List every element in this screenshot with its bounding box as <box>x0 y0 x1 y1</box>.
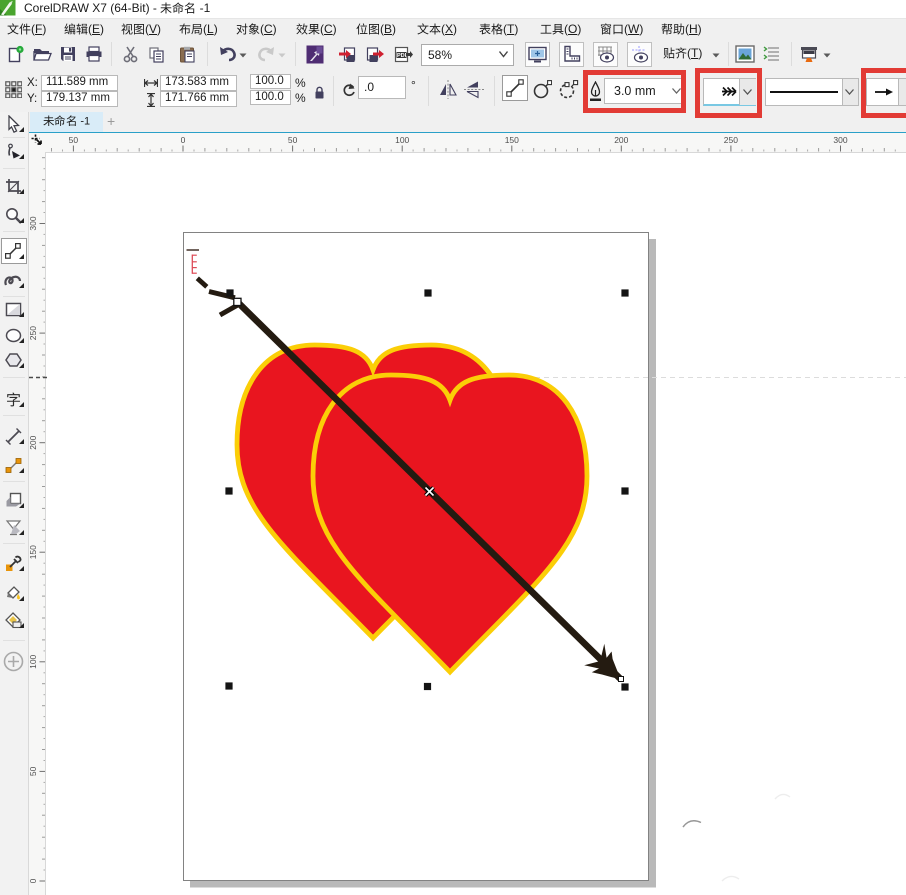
svg-text:50: 50 <box>288 135 298 145</box>
svg-text:300: 300 <box>833 135 847 145</box>
svg-text:200: 200 <box>28 435 38 449</box>
svg-text:250: 250 <box>724 135 738 145</box>
svg-text:250: 250 <box>28 326 38 340</box>
svg-text:300: 300 <box>28 216 38 230</box>
svg-text:0: 0 <box>181 135 186 145</box>
svg-text:50: 50 <box>28 766 38 776</box>
svg-text:150: 150 <box>28 545 38 559</box>
svg-text:100: 100 <box>28 654 38 668</box>
svg-text:200: 200 <box>614 135 628 145</box>
svg-text:150: 150 <box>505 135 519 145</box>
svg-text:50: 50 <box>69 135 79 145</box>
svg-text:100: 100 <box>395 135 409 145</box>
svg-text:0: 0 <box>28 878 38 883</box>
